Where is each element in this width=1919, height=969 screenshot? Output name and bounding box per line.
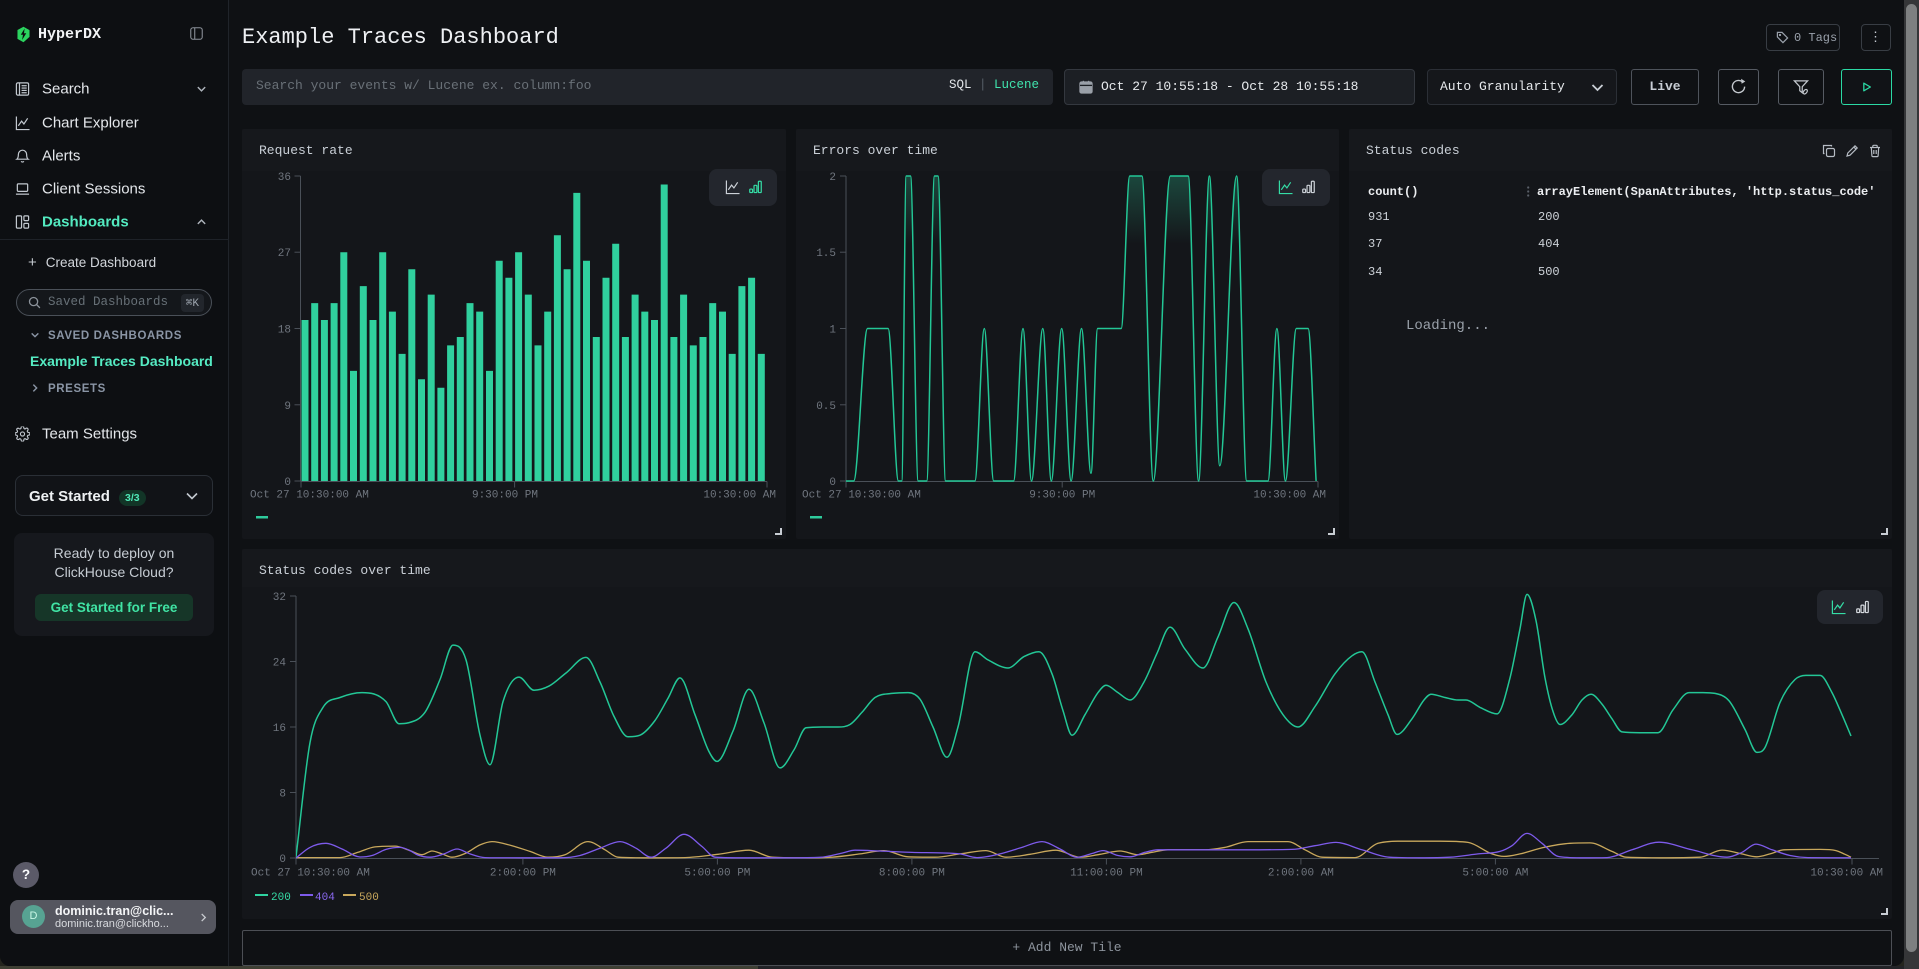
svg-text:2:00:00 AM: 2:00:00 AM	[1268, 868, 1334, 880]
svg-text:2: 2	[829, 172, 836, 184]
svg-text:0: 0	[829, 477, 836, 489]
svg-text:500: 500	[359, 892, 379, 904]
svg-text:10:30:00 AM: 10:30:00 AM	[1253, 490, 1326, 502]
svg-text:Oct 27 10:30:00 AM: Oct 27 10:30:00 AM	[251, 868, 370, 880]
svg-text:200: 200	[271, 892, 291, 904]
svg-text:Oct 27 10:30:00 AM: Oct 27 10:30:00 AM	[802, 490, 921, 502]
svg-text:10:30:00 AM: 10:30:00 AM	[703, 490, 776, 502]
svg-text:1.5: 1.5	[816, 248, 836, 260]
svg-text:9: 9	[284, 401, 291, 413]
svg-text:2:00:00 PM: 2:00:00 PM	[490, 868, 556, 880]
svg-text:10:30:00 AM: 10:30:00 AM	[1810, 868, 1883, 880]
svg-text:5:00:00 PM: 5:00:00 PM	[684, 868, 750, 880]
svg-text:9:30:00 PM: 9:30:00 PM	[472, 490, 538, 502]
svg-text:0.5: 0.5	[816, 401, 836, 413]
svg-text:36: 36	[278, 172, 291, 184]
svg-text:9:30:00 PM: 9:30:00 PM	[1029, 490, 1095, 502]
svg-text:5:00:00 AM: 5:00:00 AM	[1462, 868, 1528, 880]
svg-text:24: 24	[273, 658, 287, 670]
svg-text:0: 0	[279, 854, 286, 866]
svg-text:8:00:00 PM: 8:00:00 PM	[879, 868, 945, 880]
svg-text:Oct 27 10:30:00 AM: Oct 27 10:30:00 AM	[250, 490, 369, 502]
svg-text:8: 8	[279, 789, 286, 801]
svg-text:27: 27	[278, 248, 291, 260]
svg-text:32: 32	[273, 592, 286, 604]
svg-text:16: 16	[273, 723, 286, 735]
svg-text:1: 1	[829, 325, 836, 337]
svg-text:11:00:00 PM: 11:00:00 PM	[1070, 868, 1143, 880]
svg-text:18: 18	[278, 325, 291, 337]
svg-text:0: 0	[284, 477, 291, 489]
svg-text:404: 404	[315, 892, 335, 904]
